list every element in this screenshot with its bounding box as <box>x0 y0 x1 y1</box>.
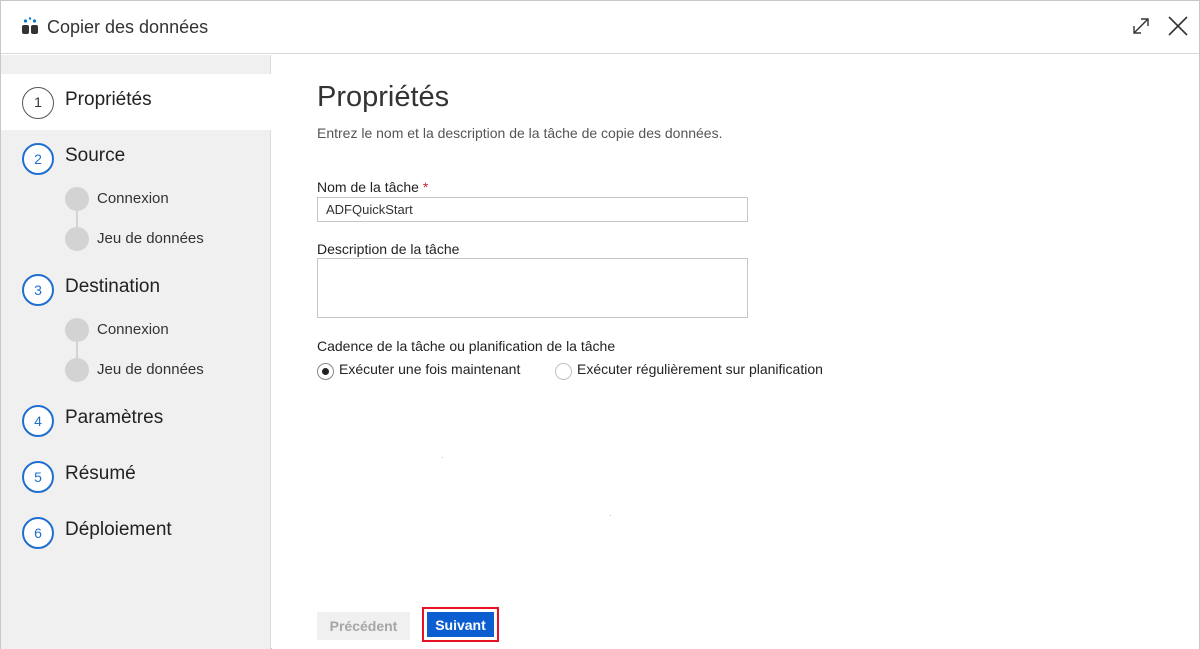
substep-source-dataset[interactable]: Jeu de données <box>1 220 271 256</box>
task-description-textarea[interactable] <box>317 258 748 318</box>
step-number: 4 <box>22 405 54 437</box>
required-marker: * <box>422 179 429 195</box>
radio-label: Exécuter une fois maintenant <box>339 361 521 377</box>
page-subtitle: Entrez le nom et la description de la tâ… <box>317 125 723 141</box>
window-title: Copier des données <box>47 17 209 37</box>
run-on-schedule-radio[interactable]: Exécuter régulièrement sur planification <box>555 360 845 382</box>
maximize-icon[interactable] <box>1129 14 1153 38</box>
radio-unselected-icon <box>555 363 572 380</box>
substep-label: Jeu de données <box>97 361 204 378</box>
substep-dot <box>65 187 89 211</box>
step-number: 2 <box>22 143 54 175</box>
substep-dot <box>65 227 89 251</box>
step-number: 1 <box>22 87 54 119</box>
step-destination[interactable]: 3 Destination <box>1 261 271 317</box>
step-deployment[interactable]: 6 Déploiement <box>1 504 271 560</box>
step-summary[interactable]: 5 Résumé <box>1 448 271 504</box>
substep-label: Jeu de données <box>97 230 204 247</box>
data-copy-icon <box>22 17 38 34</box>
title-bar: Copier des données <box>1 1 1199 54</box>
task-name-label: Nom de la tâche * <box>317 179 428 195</box>
substep-dot <box>65 358 89 382</box>
next-button[interactable]: Suivant <box>427 612 494 637</box>
substep-source-connection[interactable]: Connexion <box>1 180 271 216</box>
step-properties[interactable]: 1 Propriétés <box>1 74 271 130</box>
radio-selected-icon <box>317 363 334 380</box>
artifact-dot <box>442 457 443 458</box>
step-label: Résumé <box>65 463 136 484</box>
task-name-label-text: Nom de la tâche <box>317 179 419 195</box>
step-label: Propriétés <box>65 89 152 110</box>
artifact-dot <box>610 515 611 516</box>
radio-label: Exécuter régulièrement sur planification <box>577 361 823 377</box>
substep-destination-dataset[interactable]: Jeu de données <box>1 351 271 387</box>
step-label: Source <box>65 145 126 166</box>
wizard-steps-sidebar: 1 Propriétés 2 Source Connexion Jeu de d… <box>1 55 271 649</box>
properties-panel: Propriétés Entrez le nom et la descripti… <box>272 55 1199 649</box>
close-icon[interactable] <box>1166 14 1190 38</box>
run-once-radio[interactable]: Exécuter une fois maintenant <box>317 360 537 382</box>
task-description-label: Description de la tâche <box>317 241 460 257</box>
step-label: Paramètres <box>65 407 164 428</box>
step-source[interactable]: 2 Source <box>1 130 271 186</box>
page-title: Propriétés <box>317 81 450 113</box>
substep-destination-connection[interactable]: Connexion <box>1 311 271 347</box>
task-cadence-label: Cadence de la tâche ou planification de … <box>317 338 616 354</box>
step-label: Déploiement <box>65 519 172 540</box>
copy-data-window: Copier des données 1 Propriétés 2 Source… <box>0 0 1200 649</box>
substep-dot <box>65 318 89 342</box>
substep-label: Connexion <box>97 321 169 338</box>
step-number: 6 <box>22 517 54 549</box>
substep-label: Connexion <box>97 190 169 207</box>
step-settings[interactable]: 4 Paramètres <box>1 392 271 448</box>
previous-button[interactable]: Précédent <box>317 612 410 640</box>
task-name-input[interactable] <box>317 197 748 222</box>
step-number: 3 <box>22 274 54 306</box>
step-number: 5 <box>22 461 54 493</box>
step-label: Destination <box>65 276 161 297</box>
